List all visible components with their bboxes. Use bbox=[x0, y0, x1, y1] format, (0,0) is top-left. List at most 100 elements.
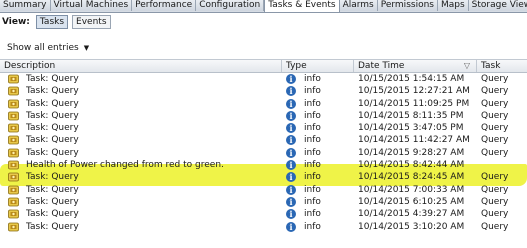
tab-storage-views[interactable]: Storage Views bbox=[468, 0, 527, 11]
tab-tasks-events[interactable]: Tasks & Events bbox=[264, 0, 340, 12]
event-icon bbox=[8, 136, 19, 145]
row-type: info bbox=[304, 123, 321, 134]
event-icon bbox=[8, 86, 19, 96]
table-row[interactable]: Task: Query i info 10/14/2015 4:39:27 AM Que… bbox=[0, 208, 527, 220]
column-type-label: Type bbox=[286, 61, 307, 71]
row-date-time: 10/14/2015 11:42:27 AM bbox=[358, 135, 470, 146]
row-type: info bbox=[304, 160, 321, 171]
row-description: Health of Power changed from red to gree… bbox=[26, 160, 224, 171]
column-description-label: Description bbox=[4, 61, 56, 71]
row-date-time: 10/14/2015 7:00:33 AM bbox=[358, 184, 465, 195]
info-icon: i bbox=[286, 86, 296, 97]
row-description: Task: Query bbox=[26, 184, 79, 195]
info-icon: i bbox=[286, 74, 296, 84]
row-date-time: 10/14/2015 9:28:27 AM bbox=[358, 147, 465, 158]
info-icon: i bbox=[286, 147, 296, 158]
row-type: info bbox=[304, 86, 321, 97]
table-row[interactable]: Health of Power changed from red to gree… bbox=[0, 159, 527, 171]
row-task: Query bbox=[481, 123, 509, 134]
tab-performance[interactable]: Performance bbox=[132, 0, 197, 11]
row-date-time: 10/14/2015 3:10:20 AM bbox=[358, 221, 465, 232]
row-task: Query bbox=[481, 110, 509, 121]
row-type: info bbox=[304, 110, 321, 121]
event-icon bbox=[8, 185, 19, 195]
tab-alarms[interactable]: Alarms bbox=[339, 0, 378, 11]
row-date-time: 10/14/2015 11:09:25 PM bbox=[358, 98, 470, 109]
tab-permissions[interactable]: Permissions bbox=[377, 0, 438, 11]
row-task: Query bbox=[481, 184, 509, 195]
row-date-time: 10/14/2015 8:11:35 PM bbox=[358, 110, 464, 121]
row-date-time: 10/14/2015 3:47:05 PM bbox=[358, 123, 464, 134]
info-icon: i bbox=[286, 110, 296, 121]
table-header: Description Type Date Time ▽ Task bbox=[0, 59, 527, 73]
info-icon: i bbox=[286, 209, 296, 220]
entries-filter-dropdown[interactable]: Show all entries ▼ bbox=[7, 42, 89, 54]
row-date-time: 10/14/2015 8:24:45 AM bbox=[358, 172, 465, 183]
row-description: Task: Query bbox=[26, 110, 79, 121]
row-type: info bbox=[304, 172, 321, 183]
chevron-down-icon: ▼ bbox=[83, 44, 90, 52]
event-icon bbox=[8, 209, 19, 219]
row-task: Query bbox=[481, 98, 509, 109]
row-description: Task: Query bbox=[26, 147, 79, 158]
table-row[interactable]: Task: Query i info 10/14/2015 11:42:27 AM Qu… bbox=[0, 134, 527, 146]
info-icon: i bbox=[286, 221, 296, 232]
view-bar: View: Tasks Events bbox=[0, 15, 115, 29]
row-type: info bbox=[304, 221, 321, 232]
row-date-time: 10/15/2015 1:54:15 AM bbox=[358, 74, 465, 84]
row-description: Task: Query bbox=[26, 86, 79, 97]
row-description: Task: Query bbox=[26, 74, 79, 84]
row-description: Task: Query bbox=[26, 98, 79, 109]
column-task[interactable]: Task bbox=[477, 60, 527, 72]
column-task-label: Task bbox=[481, 61, 501, 71]
table-row[interactable]: Task: Query i info 10/15/2015 12:27:21 AM Qu… bbox=[0, 85, 527, 97]
table-row[interactable]: Task: Query i info 10/14/2015 8:11:35 PM Que… bbox=[0, 110, 527, 122]
filter-label: Show all entries bbox=[7, 43, 79, 53]
row-description: Task: Query bbox=[26, 196, 79, 207]
column-type[interactable]: Type bbox=[282, 60, 354, 72]
tab-virtual-machines[interactable]: Virtual Machines bbox=[50, 0, 133, 11]
column-date-time-label: Date Time bbox=[358, 61, 405, 71]
row-type: info bbox=[304, 196, 321, 207]
tab-summary[interactable]: Summary bbox=[0, 0, 51, 11]
table-row[interactable]: Task: Query i info 10/15/2015 1:54:15 AM Que… bbox=[0, 73, 527, 85]
row-task: Query bbox=[481, 172, 509, 183]
row-type: info bbox=[304, 147, 321, 158]
row-description: Task: Query bbox=[26, 135, 79, 146]
table-row[interactable]: Task: Query i info 10/14/2015 8:24:45 AM Que… bbox=[0, 171, 527, 183]
events-table: Description Type Date Time ▽ Task Task: Q… bbox=[0, 59, 527, 233]
info-icon: i bbox=[286, 160, 296, 171]
event-icon bbox=[8, 123, 19, 133]
table-row[interactable]: Task: Query i info 10/14/2015 9:28:27 AM Que… bbox=[0, 147, 527, 159]
row-task: Query bbox=[481, 196, 509, 207]
column-description[interactable]: Description bbox=[0, 60, 282, 72]
info-icon: i bbox=[286, 184, 296, 195]
event-icon bbox=[8, 197, 19, 207]
info-icon: i bbox=[286, 98, 296, 109]
table-row[interactable]: Task: Query i info 10/14/2015 11:09:25 PM Qu… bbox=[0, 98, 527, 110]
row-task: Query bbox=[481, 147, 509, 158]
column-date-time[interactable]: Date Time ▽ bbox=[354, 60, 477, 72]
view-tasks-button[interactable]: Tasks bbox=[35, 15, 69, 29]
row-type: info bbox=[304, 209, 321, 220]
row-type: info bbox=[304, 98, 321, 109]
row-description: Task: Query bbox=[26, 209, 79, 220]
table-row[interactable]: Task: Query i info 10/14/2015 7:00:33 AM Que… bbox=[0, 184, 527, 196]
event-icon bbox=[8, 172, 19, 182]
table-row[interactable]: Task: Query i info 10/14/2015 6:10:25 AM Que… bbox=[0, 196, 527, 208]
table-row[interactable]: Task: Query i info 10/14/2015 3:10:20 AM Que… bbox=[0, 221, 527, 233]
row-type: info bbox=[304, 74, 321, 84]
event-icon bbox=[8, 74, 19, 84]
table-row[interactable]: Task: Query i info 10/14/2015 3:47:05 PM Que… bbox=[0, 122, 527, 134]
info-icon: i bbox=[286, 135, 296, 146]
tab-configuration[interactable]: Configuration bbox=[196, 0, 265, 11]
row-task: Query bbox=[481, 209, 509, 220]
row-task: Query bbox=[481, 221, 509, 232]
info-icon: i bbox=[286, 123, 296, 134]
row-description: Task: Query bbox=[26, 221, 79, 232]
row-task: Query bbox=[481, 135, 509, 146]
row-task: Query bbox=[481, 86, 509, 97]
row-task bbox=[481, 159, 527, 171]
view-events-button[interactable]: Events bbox=[72, 15, 111, 29]
tab-maps[interactable]: Maps bbox=[437, 0, 469, 11]
